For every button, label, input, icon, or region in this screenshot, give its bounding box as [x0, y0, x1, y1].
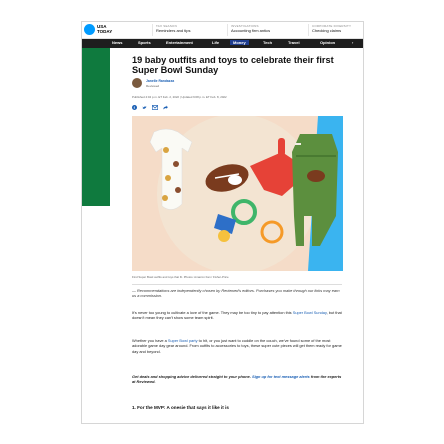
- nav-item-news[interactable]: News: [112, 40, 122, 45]
- author-avatar: [132, 78, 142, 88]
- paragraph-text: Whether you have a: [132, 338, 168, 343]
- nav-more-icon[interactable]: ›: [352, 40, 353, 45]
- newsletter-text: Get deals and shopping advice delivered …: [132, 374, 252, 379]
- article-page: USA TODAY TAX SEASON Reminders and tips …: [81, 21, 364, 424]
- email-icon[interactable]: [151, 105, 159, 111]
- nav-item-money[interactable]: Money: [230, 40, 249, 45]
- nav-item-travel[interactable]: Travel: [288, 40, 300, 45]
- promo-title: Accounting firm antics: [231, 28, 271, 33]
- nav-item-opinion[interactable]: Opinion: [320, 40, 335, 45]
- hero-image[interactable]: [132, 116, 343, 271]
- logo-text: USA TODAY: [97, 24, 113, 34]
- promo-tax-season[interactable]: TAX SEASON Reminders and tips: [152, 24, 190, 36]
- promo-corporate-diversity[interactable]: CORPORATE DIVERSITY Checking claims: [308, 24, 351, 36]
- super-bowl-sunday-link[interactable]: Super Bowl Sunday: [293, 310, 327, 315]
- author-outlet: Reviewed: [146, 84, 160, 88]
- publish-dates: Published 4:04 p.m. ET Feb. 2, 2022 | Up…: [132, 95, 227, 99]
- usa-today-logo[interactable]: [84, 24, 95, 35]
- nav-item-tech[interactable]: Tech: [263, 40, 272, 45]
- paragraph-1: It's never too young to cultivate a love…: [132, 310, 343, 321]
- top-header: USA TODAY TAX SEASON Reminders and tips …: [82, 22, 363, 39]
- main-nav: News Sports Entertainment Life Money Tec…: [82, 39, 363, 48]
- article-headline: 19 baby outfits and toys to celebrate th…: [132, 55, 334, 75]
- promo-title: Reminders and tips: [156, 28, 191, 33]
- section-color-bar: [82, 48, 110, 206]
- author-name[interactable]: Janelle Randazza: [146, 79, 174, 83]
- divider: [132, 284, 342, 285]
- super-bowl-party-link[interactable]: Super Bowl party: [168, 338, 198, 343]
- paragraph-2: Whether you have a Super Bowl party to h…: [132, 338, 343, 354]
- newsletter-promo: Get deals and shopping advice delivered …: [132, 374, 343, 385]
- nav-item-life[interactable]: Life: [212, 40, 219, 45]
- promo-title: Checking claims: [312, 28, 342, 33]
- promo-investigations[interactable]: INVESTIGATIONS Accounting firm antics: [227, 24, 270, 36]
- paragraph-text: It's never too young to cultivate a love…: [132, 310, 293, 315]
- nav-item-sports[interactable]: Sports: [138, 40, 151, 45]
- image-caption: Find Super Bowl outfits and toys that fi…: [132, 275, 229, 279]
- product-section-heading: 1. For the MVP: A onesie that says it li…: [132, 405, 229, 410]
- share-icon[interactable]: [163, 105, 168, 111]
- text-alerts-link[interactable]: Sign up for text message alerts: [252, 374, 310, 379]
- nav-item-entertainment[interactable]: Entertainment: [166, 40, 193, 45]
- twitter-icon[interactable]: [142, 105, 147, 111]
- facebook-icon[interactable]: f: [132, 105, 137, 111]
- affiliate-disclaimer: — Recommendations are independently chos…: [132, 288, 340, 299]
